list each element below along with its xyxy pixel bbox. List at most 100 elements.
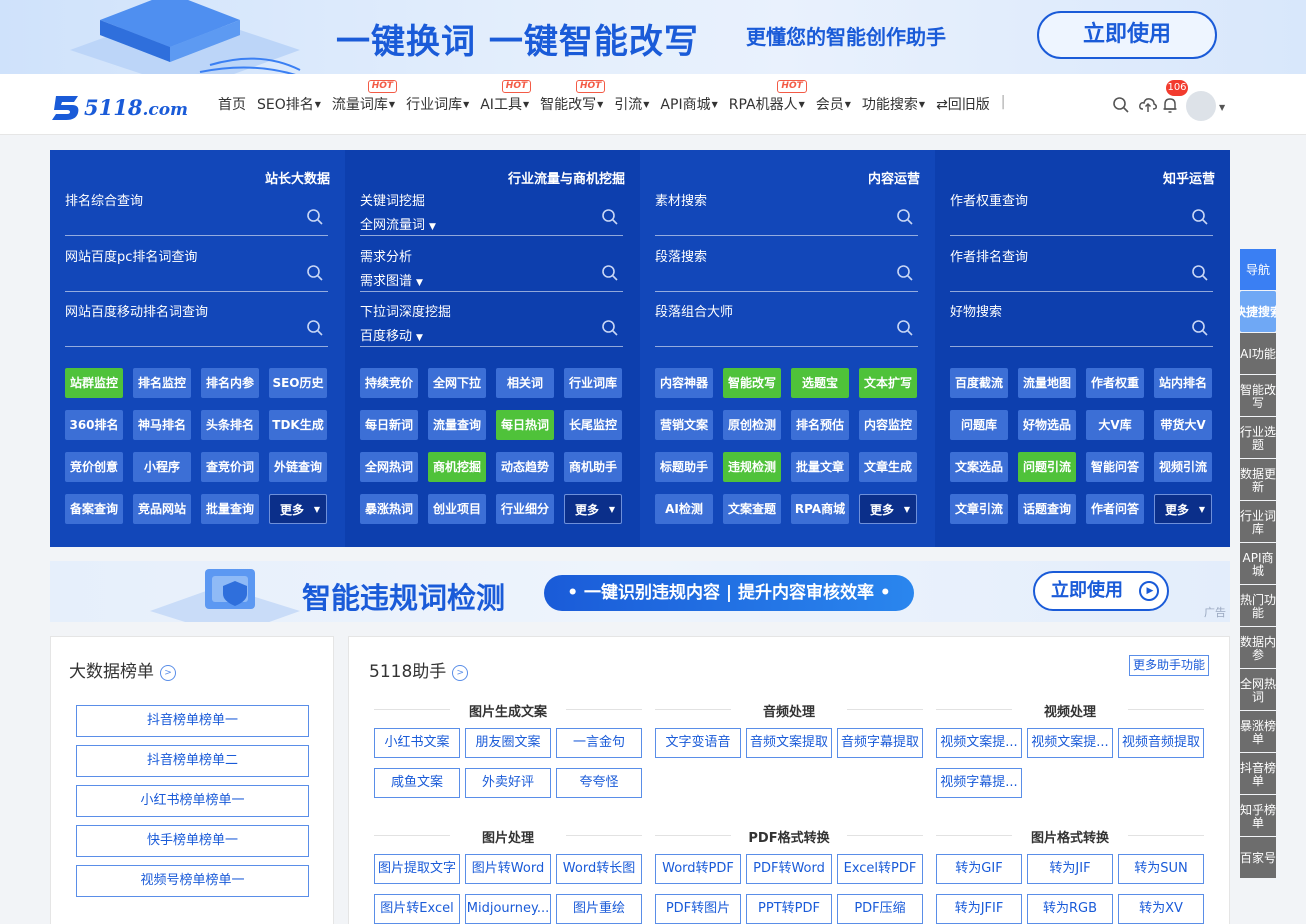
search-field[interactable]: 好物搜索 [950,301,1213,347]
tool-button[interactable]: 智能改写 [723,368,781,398]
assistant-tool-button[interactable]: 朋友圈文案 [465,728,551,758]
tool-button[interactable]: 商机挖掘 [428,452,486,482]
nav-item[interactable]: 智能改写▼ HOT [540,80,606,116]
tool-button[interactable]: 商机助手 [564,452,622,482]
side-nav-item[interactable]: AI功能 [1240,333,1276,374]
tool-button[interactable]: 好物选品 [1018,410,1076,440]
assistant-tool-button[interactable]: PDF压缩 [837,894,923,924]
assistant-tool-button[interactable]: 小红书文案 [374,728,460,758]
search-icon[interactable] [1191,264,1209,282]
nav-item[interactable]: AI工具▼ HOT [480,80,532,116]
tool-button[interactable]: 违规检测 [723,452,781,482]
assistant-tool-button[interactable]: Word转PDF [655,854,741,884]
tool-button[interactable]: 竞价创意 [65,452,123,482]
more-dropdown-button[interactable]: 更多 ▼ [1154,494,1212,524]
tool-button[interactable]: 文章引流 [950,494,1008,524]
side-nav-item[interactable]: 数据更新 [1240,459,1276,500]
assistant-tool-button[interactable]: 图片提取文字 [374,854,460,884]
tool-button[interactable]: 360排名 [65,410,123,440]
search-field[interactable]: 作者权重查询 [950,190,1213,236]
tool-button[interactable]: 长尾监控 [564,410,622,440]
side-nav-item[interactable]: 百家号 [1240,837,1276,878]
assistant-tool-button[interactable]: 音频文案提取 [746,728,832,758]
tool-button[interactable]: 文案选品 [950,452,1008,482]
tool-button[interactable]: 原创检测 [723,410,781,440]
nav-item[interactable]: SEO排名▼ [257,94,321,116]
tool-button[interactable]: 流量查询 [428,410,486,440]
site-logo[interactable]: 5118.com [50,91,188,123]
search-field[interactable]: 素材搜索 [655,190,918,236]
side-nav-item[interactable]: 快捷搜索 [1240,291,1276,332]
tool-button[interactable]: 查竞价词 [201,452,259,482]
ad-banner[interactable]: 智能违规词检测 • 一键识别违规内容 | 提升内容审核效率 • 立即使用 ▶ 广告 [50,561,1230,622]
search-field[interactable]: 关键词挖掘 全网流量词 ▼ [360,190,623,236]
cloud-upload-icon[interactable] [1139,96,1157,114]
ranking-link[interactable]: 抖音榜单榜单一 [76,705,309,737]
side-nav-item[interactable]: API商城 [1240,543,1276,584]
tool-button[interactable]: 文本扩写 [859,368,917,398]
tool-button[interactable]: TDK生成 [269,410,327,440]
tool-button[interactable]: 全网下拉 [428,368,486,398]
tool-button[interactable]: 作者问答 [1086,494,1144,524]
search-icon[interactable] [601,319,619,337]
tool-button[interactable]: 动态趋势 [496,452,554,482]
ranking-link[interactable]: 小红书榜单榜单一 [76,785,309,817]
search-icon[interactable] [601,208,619,226]
tool-button[interactable]: 行业细分 [496,494,554,524]
assistant-tool-button[interactable]: Excel转PDF [837,854,923,884]
tool-button[interactable]: 排名预估 [791,410,849,440]
search-scope-dropdown[interactable]: 全网流量词 ▼ [360,214,436,233]
tool-button[interactable]: 大V库 [1086,410,1144,440]
assistant-tool-button[interactable]: 外卖好评 [465,768,551,798]
search-icon[interactable] [601,264,619,282]
tool-button[interactable]: 竞品网站 [133,494,191,524]
tool-button[interactable]: 行业词库 [564,368,622,398]
search-field[interactable]: 需求分析 需求图谱 ▼ [360,246,623,292]
more-dropdown-button[interactable]: 更多 ▼ [859,494,917,524]
side-nav-item[interactable]: 智能改写 [1240,375,1276,416]
tool-button[interactable]: 每日热词 [496,410,554,440]
assistant-tool-button[interactable]: 图片重绘 [556,894,642,924]
more-dropdown-button[interactable]: 更多 ▼ [564,494,622,524]
top-banner[interactable]: 一键换词 一键智能改写 更懂您的智能创作助手 立即使用 [0,0,1306,74]
search-icon[interactable] [1191,208,1209,226]
banner-cta-button[interactable]: 立即使用 [1037,11,1217,59]
side-nav-item[interactable]: 导航 [1240,249,1276,290]
assistant-tool-button[interactable]: PDF转Word [746,854,832,884]
tool-button[interactable]: RPA商城 [791,494,849,524]
assistant-tool-button[interactable]: PDF转图片 [655,894,741,924]
tool-button[interactable]: 流量地图 [1018,368,1076,398]
nav-item[interactable]: 行业词库▼ [406,94,469,116]
tool-button[interactable]: 文章生成 [859,452,917,482]
nav-item[interactable]: 引流▼ [614,94,649,116]
side-nav-item[interactable]: 暴涨榜单 [1240,711,1276,752]
assistant-tool-button[interactable]: 转为SUN [1118,854,1204,884]
tool-button[interactable]: 头条排名 [201,410,259,440]
tool-button[interactable]: 排名内参 [201,368,259,398]
assistant-tool-button[interactable]: 转为JIF [1027,854,1113,884]
bell-icon[interactable] [1161,96,1179,114]
assistant-tool-button[interactable]: 视频文案提... [936,728,1022,758]
tool-button[interactable]: 持续竞价 [360,368,418,398]
search-icon[interactable] [306,208,324,226]
assistant-tool-button[interactable]: PPT转PDF [746,894,832,924]
tool-button[interactable]: 批量查询 [201,494,259,524]
tool-button[interactable]: 排名监控 [133,368,191,398]
search-field[interactable]: 段落组合大师 [655,301,918,347]
assistant-tool-button[interactable]: 图片转Excel [374,894,460,924]
assistant-tool-button[interactable]: 视频音频提取 [1118,728,1204,758]
tool-button[interactable]: 内容神器 [655,368,713,398]
tool-button[interactable]: 百度截流 [950,368,1008,398]
nav-item[interactable]: 会员▼ [816,94,851,116]
assistant-tool-button[interactable]: 夸夸怪 [556,768,642,798]
tool-button[interactable]: 站内排名 [1154,368,1212,398]
tool-button[interactable]: 批量文章 [791,452,849,482]
assistant-tool-button[interactable]: 咸鱼文案 [374,768,460,798]
assistant-tool-button[interactable]: 转为XV [1118,894,1204,924]
ad-cta-button[interactable]: 立即使用 ▶ [1033,571,1169,611]
search-field[interactable]: 排名综合查询 [65,190,328,236]
search-field[interactable]: 网站百度移动排名词查询 [65,301,328,347]
tool-button[interactable]: 小程序 [133,452,191,482]
side-nav-item[interactable]: 行业选题 [1240,417,1276,458]
tool-button[interactable]: AI检测 [655,494,713,524]
